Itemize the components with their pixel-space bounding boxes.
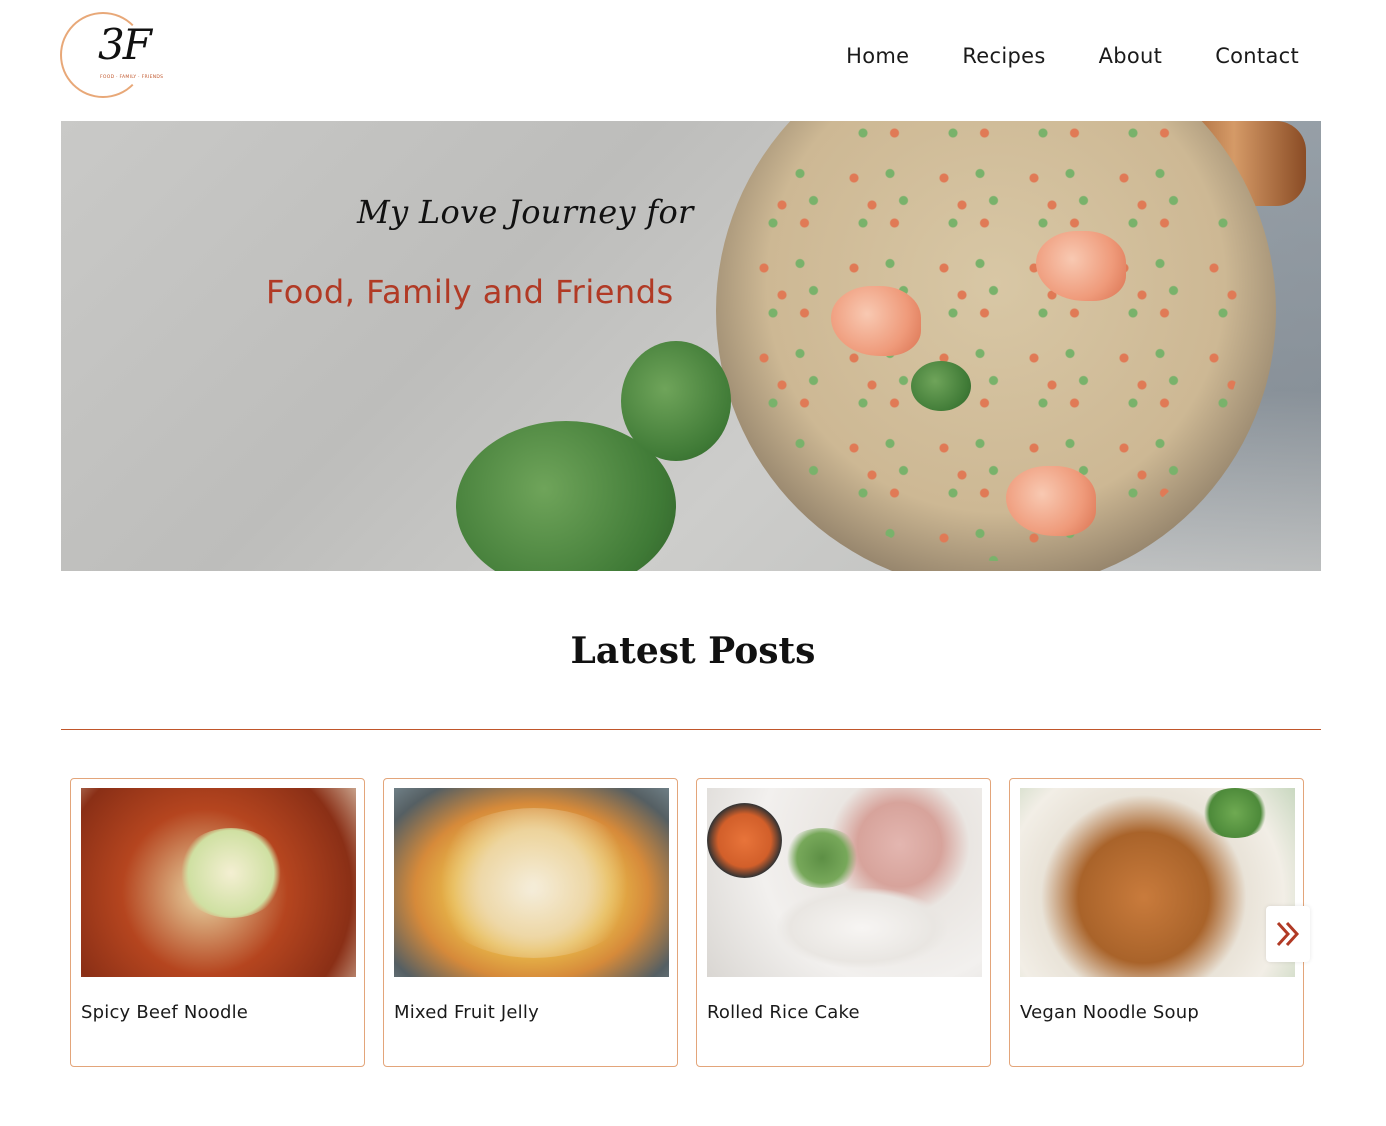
post-thumbnail[interactable] xyxy=(81,788,356,977)
site-logo[interactable]: 3F FOOD · FAMILY · FRIENDS xyxy=(60,12,164,98)
double-chevron-right-icon xyxy=(1276,921,1300,947)
logo-mark: 3F xyxy=(98,20,152,69)
post-title[interactable]: Mixed Fruit Jelly xyxy=(394,1002,667,1023)
post-card[interactable]: Rolled Rice Cake xyxy=(696,778,991,1067)
cilantro-image xyxy=(621,341,731,461)
section-divider xyxy=(61,729,1321,730)
post-thumbnail[interactable] xyxy=(707,788,982,977)
rice-roll-plate-image xyxy=(777,888,947,968)
post-title[interactable]: Vegan Noodle Soup xyxy=(1020,1002,1293,1023)
post-card[interactable]: Spicy Beef Noodle xyxy=(70,778,365,1067)
hero-main-heading: Food, Family and Friends xyxy=(266,273,674,311)
noodle-garnish-image xyxy=(176,828,286,918)
garnish-image xyxy=(911,361,971,411)
fried-rice-pan-image xyxy=(716,121,1276,571)
carrot-bowl-image xyxy=(707,803,782,878)
jelly-pieces-image xyxy=(424,808,644,958)
latest-posts-carousel: Spicy Beef Noodle Mixed Fruit Jelly Roll… xyxy=(70,778,1304,1067)
post-title[interactable]: Spicy Beef Noodle xyxy=(81,1002,354,1023)
main-nav: Home Recipes About Contact xyxy=(846,44,1299,68)
post-title[interactable]: Rolled Rice Cake xyxy=(707,1002,980,1023)
herb-plate-image xyxy=(782,828,862,888)
hero-banner: My Love Journey for Food, Family and Fri… xyxy=(61,121,1321,571)
nav-item-home[interactable]: Home xyxy=(846,44,909,68)
logo-tagline: FOOD · FAMILY · FRIENDS xyxy=(100,75,164,80)
nav-item-about[interactable]: About xyxy=(1099,44,1163,68)
carousel-next-button[interactable] xyxy=(1266,906,1310,962)
nav-item-contact[interactable]: Contact xyxy=(1215,44,1299,68)
post-thumbnail[interactable] xyxy=(394,788,669,977)
post-card[interactable]: Mixed Fruit Jelly xyxy=(383,778,678,1067)
nav-item-recipes[interactable]: Recipes xyxy=(962,44,1045,68)
latest-posts-title: Latest Posts xyxy=(570,630,816,672)
post-card[interactable]: Vegan Noodle Soup xyxy=(1009,778,1304,1067)
lettuce-image xyxy=(1200,788,1270,838)
post-thumbnail[interactable] xyxy=(1020,788,1295,977)
hero-script-heading: My Love Journey for xyxy=(357,193,694,231)
